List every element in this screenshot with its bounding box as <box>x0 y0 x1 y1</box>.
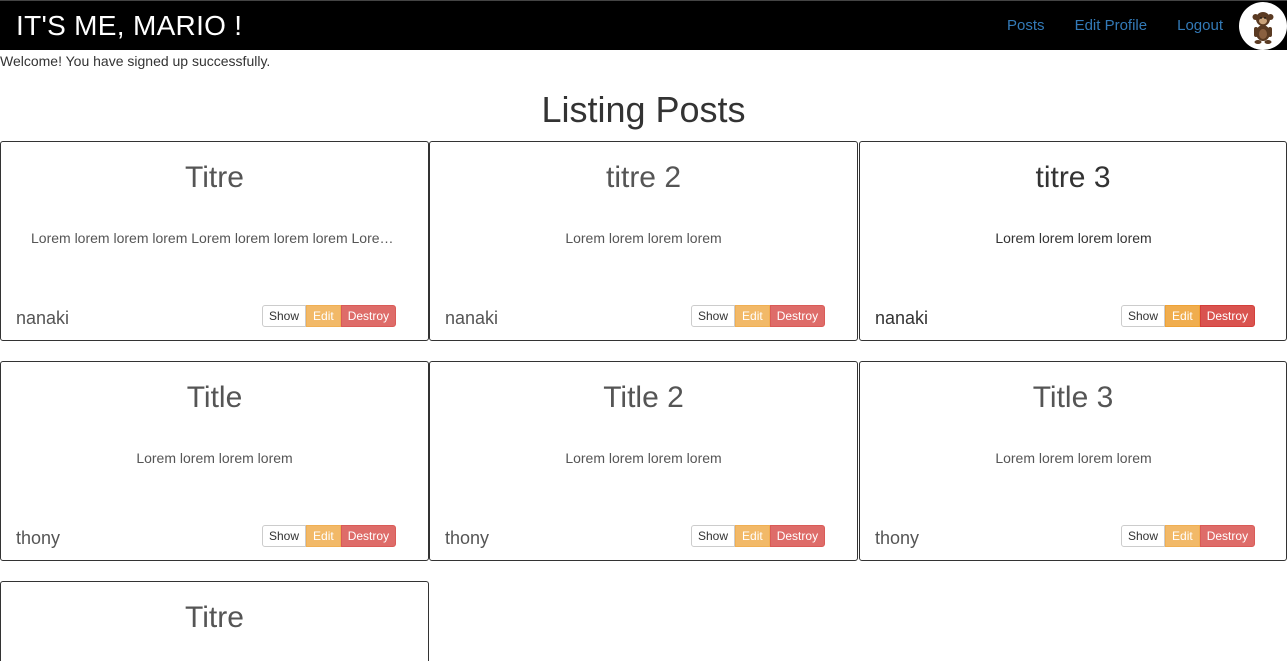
nav-link-posts[interactable]: Posts <box>1007 17 1045 35</box>
destroy-button[interactable]: Destroy <box>1199 525 1256 547</box>
post-title: titre 3 <box>1035 161 1111 194</box>
destroy-button[interactable]: Destroy <box>769 525 826 547</box>
post-title: Title 2 <box>603 381 684 414</box>
post-card: titre 3 Lorem lorem lorem lorem nanaki S… <box>859 141 1287 341</box>
show-button[interactable]: Show <box>691 525 736 547</box>
brand-title[interactable]: IT'S ME, MARIO ! <box>16 9 242 43</box>
post-card: Title 3 Lorem lorem lorem lorem thony Sh… <box>859 361 1287 561</box>
destroy-button[interactable]: Destroy <box>769 305 826 327</box>
post-actions: Show Edit Destroy <box>262 525 397 547</box>
post-title: titre 2 <box>605 161 682 194</box>
show-button[interactable]: Show <box>262 305 307 327</box>
post-author: nanaki <box>875 308 929 328</box>
nav-link-logout[interactable]: Logout <box>1177 17 1223 35</box>
show-button[interactable]: Show <box>1121 525 1166 547</box>
edit-button[interactable]: Edit <box>1165 525 1200 547</box>
post-card: Titre <box>0 581 429 661</box>
post-body: Lorem lorem lorem lorem <box>995 230 1152 246</box>
post-body: Lorem lorem lorem lorem <box>136 450 293 466</box>
edit-button[interactable]: Edit <box>735 305 770 327</box>
nav-link-edit-profile[interactable]: Edit Profile <box>1075 17 1148 35</box>
post-author: thony <box>875 528 920 548</box>
monkey-avatar-icon[interactable] <box>1239 2 1287 50</box>
edit-button[interactable]: Edit <box>306 305 341 327</box>
navbar: IT'S ME, MARIO ! Posts Edit Profile Logo… <box>0 0 1287 50</box>
post-actions: Show Edit Destroy <box>691 305 826 327</box>
post-body: Lorem lorem lorem lorem <box>565 230 722 246</box>
post-body: Lorem lorem lorem lorem <box>995 450 1152 466</box>
post-title: Title <box>186 381 243 414</box>
post-title: Titre <box>185 601 244 634</box>
posts-grid: Titre Lorem lorem lorem lorem Lorem lore… <box>0 141 1287 661</box>
show-button[interactable]: Show <box>1121 305 1166 327</box>
post-card: titre 2 Lorem lorem lorem lorem nanaki S… <box>429 141 858 341</box>
show-button[interactable]: Show <box>262 525 307 547</box>
post-author: nanaki <box>16 308 70 328</box>
post-author: nanaki <box>445 308 499 328</box>
post-card: Title 2 Lorem lorem lorem lorem thony Sh… <box>429 361 858 561</box>
flash-notice: Welcome! You have signed up successfully… <box>0 53 271 69</box>
post-author: thony <box>445 528 490 548</box>
destroy-button[interactable]: Destroy <box>340 305 397 327</box>
page-title: Listing Posts <box>541 89 746 130</box>
post-actions: Show Edit Destroy <box>262 305 397 327</box>
post-card: Title Lorem lorem lorem lorem thony Show… <box>0 361 429 561</box>
post-card: Titre Lorem lorem lorem lorem Lorem lore… <box>0 141 429 341</box>
edit-button[interactable]: Edit <box>1165 305 1200 327</box>
destroy-button[interactable]: Destroy <box>1199 305 1256 327</box>
show-button[interactable]: Show <box>691 305 736 327</box>
post-body: Lorem lorem lorem lorem <box>565 450 722 466</box>
edit-button[interactable]: Edit <box>735 525 770 547</box>
post-title: Title 3 <box>1032 381 1114 414</box>
edit-button[interactable]: Edit <box>306 525 341 547</box>
post-body: Lorem lorem lorem lorem Lorem lorem lore… <box>31 230 398 246</box>
post-title: Titre <box>185 161 244 194</box>
nav-links: Posts Edit Profile Logout <box>1007 17 1223 35</box>
destroy-button[interactable]: Destroy <box>340 525 397 547</box>
post-actions: Show Edit Destroy <box>1121 525 1256 547</box>
post-author: thony <box>16 528 61 548</box>
post-actions: Show Edit Destroy <box>691 525 826 547</box>
post-actions: Show Edit Destroy <box>1121 305 1256 327</box>
